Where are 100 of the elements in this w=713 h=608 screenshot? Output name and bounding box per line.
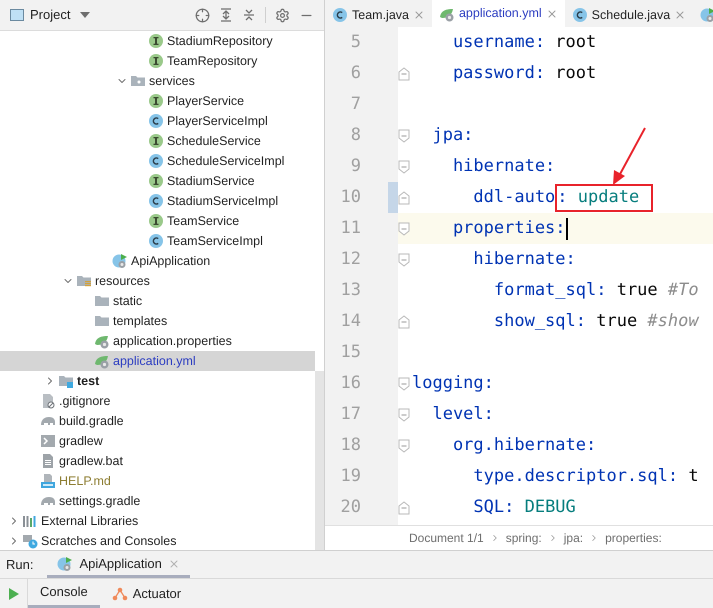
tree-item[interactable]: PlayerService [0, 91, 315, 111]
fold-marker-icon[interactable] [398, 190, 410, 204]
code-token: #To [668, 278, 699, 302]
tree-item[interactable]: application.yml [0, 351, 315, 371]
fold-marker-icon[interactable] [398, 160, 410, 174]
tree-item[interactable]: External Libraries [0, 511, 315, 531]
tree-item[interactable]: Scratches and Consoles [0, 531, 315, 551]
class-icon [148, 153, 164, 169]
tree-item-label: ApiApplication [131, 252, 210, 270]
tree-item[interactable]: services [0, 71, 315, 91]
close-icon[interactable] [674, 9, 686, 21]
code-token: #show [647, 310, 699, 333]
close-icon[interactable] [168, 558, 180, 570]
code-token: format_sql: [492, 278, 606, 302]
editor-tab[interactable]: Team.java [325, 0, 432, 30]
tree-item-label: ScheduleService [167, 132, 261, 150]
line-number: 14 [340, 310, 361, 333]
tree-item-label: TeamServiceImpl [167, 232, 263, 250]
libraries-icon [22, 513, 38, 529]
fold-marker-icon[interactable] [398, 438, 410, 452]
tree-item-label: templates [113, 312, 168, 330]
tree-item[interactable]: TeamRepository [0, 51, 315, 71]
code-token: jpa: [431, 124, 474, 147]
settings-icon[interactable] [275, 8, 290, 22]
fold-marker-icon[interactable] [398, 128, 410, 142]
breadcrumb[interactable]: properties: [605, 529, 662, 547]
tree-item[interactable]: PlayerServiceImpl [0, 111, 315, 131]
tree-item[interactable]: StadiumRepository [0, 31, 315, 51]
editor-tab[interactable]: application.yml [432, 0, 565, 30]
tree-item[interactable]: HELP.md [0, 471, 315, 491]
tree-item[interactable]: application.properties [0, 331, 315, 351]
code-token: level: [431, 402, 494, 426]
panel-icon [10, 9, 24, 21]
breadcrumb[interactable]: spring: [506, 529, 542, 547]
expand-all-icon[interactable] [219, 8, 233, 22]
tab-label: Actuator [132, 584, 182, 603]
text-cursor [566, 218, 568, 240]
tab-label: Schedule.java [592, 6, 670, 24]
tree-item[interactable]: TeamServiceImpl [0, 231, 315, 251]
code-token: type.descriptor.sql: [472, 464, 678, 488]
fold-marker-icon[interactable] [398, 252, 410, 266]
markdown-file-icon [40, 473, 56, 489]
line-number: 9 [350, 154, 361, 178]
tree-item-label: StadiumService [167, 172, 255, 190]
tree-item[interactable]: TeamService [0, 211, 315, 231]
tree-item[interactable]: gradlew [0, 431, 315, 451]
breadcrumb[interactable]: jpa: [564, 529, 584, 547]
code-token: org.hibernate: [452, 434, 596, 457]
code-token: properties: [452, 216, 566, 240]
fold-marker-icon[interactable] [398, 222, 410, 236]
tree-item[interactable]: StadiumService [0, 171, 315, 191]
tree-item-label: Scratches and Consoles [41, 532, 176, 550]
tree-item[interactable]: StadiumServiceImpl [0, 191, 315, 211]
line-number: 6 [350, 62, 361, 85]
code-token: true [616, 278, 659, 302]
run-icon[interactable] [8, 586, 20, 600]
code-token: root [554, 62, 596, 85]
tree-item-label: ScheduleServiceImpl [167, 152, 284, 170]
tree-item[interactable]: ScheduleService [0, 131, 315, 151]
collapse-all-icon[interactable] [242, 8, 256, 22]
code-token: logging: [412, 372, 494, 395]
project-view-dropdown[interactable]: Project [30, 5, 90, 25]
fold-marker-icon[interactable] [398, 408, 410, 422]
tree-item[interactable]: ScheduleServiceImpl [0, 151, 315, 171]
tree-item[interactable]: settings.gradle [0, 491, 315, 511]
tree-item[interactable]: static [0, 291, 315, 311]
tree-item[interactable]: test [0, 371, 315, 391]
fold-marker-icon[interactable] [398, 376, 410, 390]
breadcrumb[interactable]: Document 1/1 [409, 529, 484, 547]
code-token: username: [452, 30, 546, 54]
close-icon[interactable] [546, 8, 558, 20]
editor-tab[interactable]: Schedule.java [564, 0, 694, 30]
tree-item[interactable]: build.gradle [0, 411, 315, 431]
actuator-icon [112, 586, 128, 602]
tree-item[interactable]: ApiApplication [0, 251, 315, 271]
scrollbar-thumb[interactable] [315, 371, 324, 550]
tree-item-label: PlayerService [167, 92, 244, 110]
tree-item-label: test [77, 372, 100, 390]
tree-item-label: StadiumServiceImpl [167, 192, 278, 210]
fold-marker-icon[interactable] [398, 314, 410, 328]
code-token: t [687, 464, 699, 488]
tree-item-label: TeamService [167, 212, 240, 230]
fold-marker-icon[interactable] [398, 500, 410, 514]
fold-marker-icon[interactable] [398, 66, 410, 80]
ignored-file-icon [40, 393, 56, 409]
tree-item[interactable]: .gitignore [0, 391, 315, 411]
line-number: 12 [340, 248, 361, 271]
spring-app-icon [112, 253, 128, 269]
tree-item[interactable]: resources [0, 271, 315, 291]
tree-item[interactable]: templates [0, 311, 315, 331]
tree-item[interactable]: gradlew.bat [0, 451, 315, 471]
console-tab[interactable]: Actuator [100, 579, 194, 608]
interface-icon [148, 213, 164, 229]
interface-icon [148, 93, 164, 109]
line-number: 16 [340, 372, 361, 395]
close-icon[interactable] [412, 9, 425, 21]
tree-item-label: External Libraries [41, 512, 138, 530]
code-token: show_sql: [492, 310, 586, 333]
package-folder-icon [130, 73, 146, 89]
locate-icon[interactable] [195, 8, 210, 22]
